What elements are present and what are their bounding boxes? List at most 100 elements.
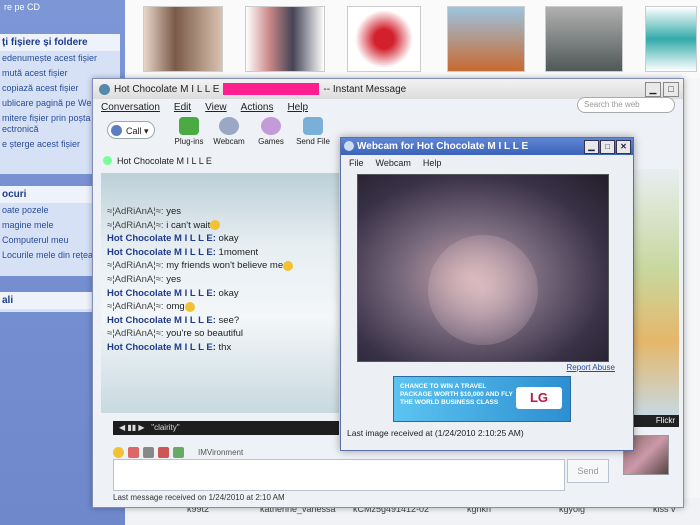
- environment-icon[interactable]: [173, 446, 184, 458]
- webcam-window: Webcam for Hot Chocolate M I L L E ▁ □ ✕…: [340, 137, 634, 451]
- contact-status-icon: [103, 156, 112, 165]
- message-sender: ≈¦AdRiAnA¦≈:: [107, 206, 164, 217]
- webcam-icon: [219, 117, 239, 135]
- advertisement-banner[interactable]: Chance to win a travel package worth $10…: [393, 376, 571, 422]
- conversation-history[interactable]: ≈¦AdRiAnA¦≈: yes ≈¦AdRiAnA¦≈: i can't wai…: [107, 205, 337, 355]
- send-button[interactable]: Send: [567, 459, 609, 483]
- chat-message: ≈¦AdRiAnA¦≈: yes: [107, 273, 337, 287]
- call-label: Call: [126, 126, 142, 136]
- message-text: thx: [218, 341, 232, 353]
- games-button[interactable]: Games: [249, 117, 293, 146]
- top-link[interactable]: re pe CD: [4, 2, 40, 12]
- maximize-button[interactable]: □: [663, 82, 679, 97]
- chat-message: ≈¦AdRiAnA¦≈: i can't wait: [107, 219, 337, 233]
- message-input[interactable]: [113, 459, 565, 491]
- maximize-button[interactable]: □: [600, 140, 615, 154]
- messenger-icon: [99, 83, 110, 95]
- message-sender: Hot Chocolate M I L L E:: [107, 246, 216, 258]
- web-search-input[interactable]: Search the web: [577, 97, 675, 113]
- menu-view[interactable]: View: [205, 102, 227, 113]
- menu-webcam[interactable]: Webcam: [376, 158, 411, 168]
- message-sender: ≈¦AdRiAnA¦≈:: [107, 328, 164, 340]
- plugins-button[interactable]: Plug-ins: [167, 117, 211, 146]
- im-title-contact: Hot Chocolate M I L L E: [114, 83, 220, 95]
- imvironment-label[interactable]: IMVironment: [198, 448, 243, 457]
- thumbnail-strip: [125, 0, 700, 78]
- menu-file[interactable]: File: [349, 158, 364, 168]
- menu-conversation[interactable]: Conversation: [101, 102, 160, 113]
- im-title-suffix: -- Instant Message: [323, 83, 407, 95]
- wink-icon[interactable]: [128, 446, 139, 458]
- task-rename[interactable]: edenumește acest fișier: [0, 51, 120, 66]
- input-toolbar: IMVironment: [113, 445, 243, 459]
- chat-message: Hot Chocolate M I L L E: see?: [107, 314, 337, 328]
- file-tasks-header[interactable]: ți fișiere și foldere: [0, 34, 120, 51]
- message-sender: ≈¦AdRiAnA¦≈:: [107, 260, 164, 272]
- photo-thumbnail[interactable]: [545, 6, 623, 72]
- webcam-button[interactable]: Webcam: [207, 117, 251, 146]
- webcam-title: Webcam for Hot Chocolate M I L L E: [357, 141, 529, 152]
- chat-message: ≈¦AdRiAnA¦≈: omg: [107, 300, 337, 314]
- emoticon-icon[interactable]: [113, 446, 124, 458]
- status-bar: Last message received on 1/24/2010 at 2:…: [113, 493, 285, 502]
- message-text: you're so beautiful: [166, 328, 244, 340]
- chat-message: Hot Chocolate M I L L E: thx: [107, 341, 337, 355]
- video-player-bar[interactable]: ◀ ▮▮ ▶ "clairity": [113, 421, 339, 435]
- chat-message: Hot Chocolate M I L L E: 1moment: [107, 246, 337, 260]
- message-text: okay: [218, 287, 239, 299]
- nudge-icon[interactable]: [158, 446, 169, 458]
- photo-thumbnail[interactable]: [347, 6, 421, 72]
- contact-name: Hot Chocolate M I L L E: [117, 156, 212, 166]
- message-text: 1moment: [218, 246, 259, 258]
- menu-help[interactable]: Help: [423, 158, 442, 168]
- send-file-icon: [303, 117, 323, 135]
- message-sender: ≈¦AdRiAnA¦≈:: [107, 273, 164, 285]
- message-text: my friends won't believe me: [166, 260, 284, 272]
- smiley-icon: [283, 260, 294, 271]
- message-sender: Hot Chocolate M I L L E:: [107, 287, 216, 299]
- message-sender: Hot Chocolate M I L L E:: [107, 233, 216, 245]
- webcam-menu-bar: File Webcam Help: [341, 155, 633, 171]
- font-icon[interactable]: [143, 446, 154, 458]
- send-file-button[interactable]: Send File: [291, 117, 335, 146]
- photo-thumbnail[interactable]: [447, 6, 525, 72]
- video-highlight: [428, 235, 538, 345]
- menu-actions[interactable]: Actions: [241, 102, 274, 113]
- puzzle-icon: [179, 117, 199, 135]
- message-sender: ≈¦AdRiAnA¦≈:: [107, 219, 164, 231]
- photo-thumbnail[interactable]: [245, 6, 325, 72]
- redaction-bar: [223, 83, 320, 95]
- im-title-bar[interactable]: Hot Chocolate M I L L E -- Instant Messa…: [93, 79, 683, 99]
- chat-message: ≈¦AdRiAnA¦≈: you're so beautiful: [107, 327, 337, 341]
- chat-message: ≈¦AdRiAnA¦≈: my friends won't believe me: [107, 259, 337, 273]
- menu-edit[interactable]: Edit: [174, 102, 191, 113]
- webcam-status: Last image received at (1/24/2010 2:10:2…: [347, 428, 524, 438]
- games-icon: [261, 117, 281, 135]
- minimize-button[interactable]: ▁: [584, 140, 599, 154]
- photo-thumbnail[interactable]: [645, 6, 697, 72]
- call-button[interactable]: Call ▾: [107, 121, 155, 139]
- message-text: okay: [218, 233, 239, 245]
- smiley-icon: [210, 220, 221, 231]
- minimize-button[interactable]: ▁: [645, 82, 661, 97]
- message-text: omg: [166, 301, 185, 313]
- message-sender: Hot Chocolate M I L L E:: [107, 314, 216, 326]
- phone-icon: [111, 125, 122, 136]
- webcam-title-bar[interactable]: Webcam for Hot Chocolate M I L L E ▁ □ ✕: [341, 138, 633, 155]
- chat-message: Hot Chocolate M I L L E: okay: [107, 287, 337, 301]
- ad-text: Chance to win a travel package worth $10…: [400, 383, 513, 406]
- send-file-label: Send File: [296, 137, 330, 146]
- video-label: "clairity": [151, 423, 180, 432]
- message-text: see?: [218, 314, 240, 326]
- chat-message: Hot Chocolate M I L L E: okay: [107, 232, 337, 246]
- menu-help[interactable]: Help: [287, 102, 308, 113]
- close-button[interactable]: ✕: [616, 140, 631, 154]
- games-label: Games: [258, 137, 284, 146]
- message-text: i can't wait: [166, 219, 211, 231]
- lg-logo: LG: [516, 387, 562, 409]
- message-sender: Hot Chocolate M I L L E:: [107, 341, 216, 353]
- message-text: yes: [166, 273, 181, 285]
- report-abuse-link[interactable]: Report Abuse: [567, 363, 615, 372]
- photo-thumbnail[interactable]: [143, 6, 223, 72]
- message-text: yes: [166, 206, 181, 217]
